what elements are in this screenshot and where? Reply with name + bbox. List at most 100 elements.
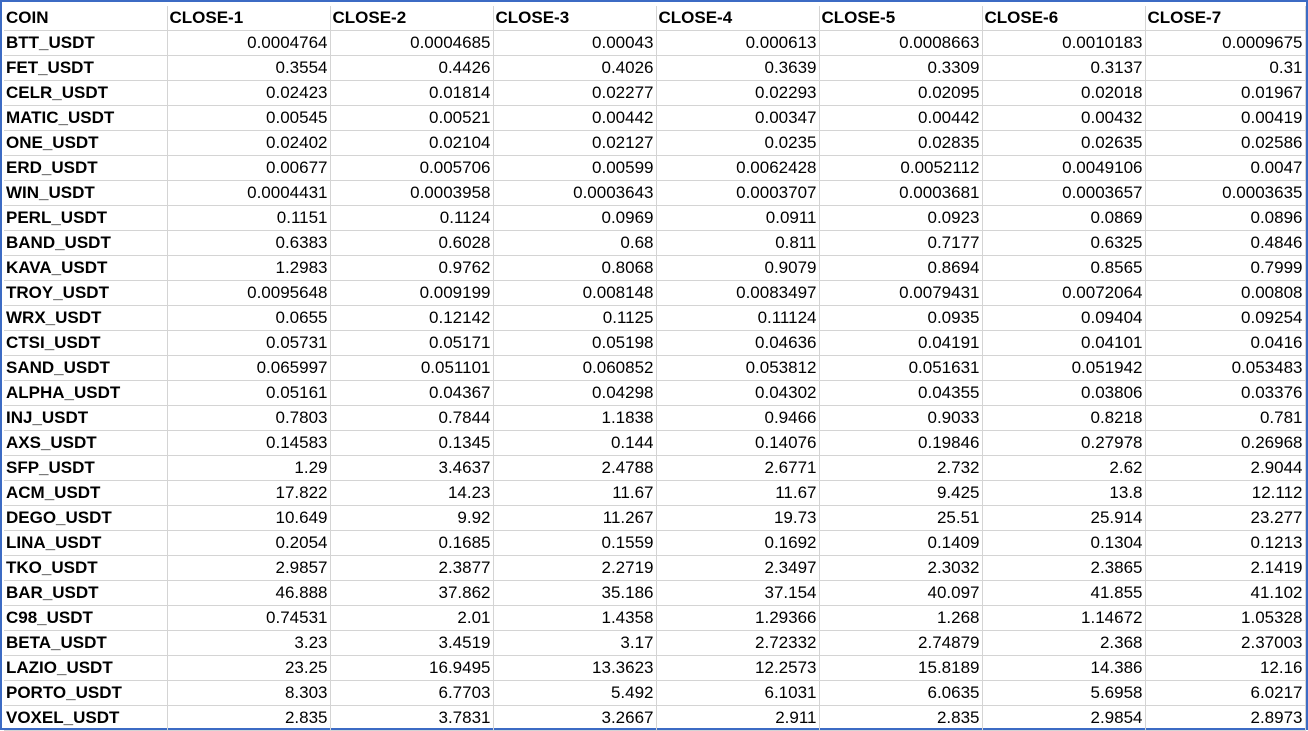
close-value-cell[interactable]: 0.05171 (330, 330, 494, 356)
close-value-cell[interactable]: 40.097 (819, 580, 983, 606)
coin-cell[interactable]: DEGO_USDT (4, 505, 168, 531)
close-value-cell[interactable]: 0.19846 (819, 430, 983, 456)
close-value-cell[interactable]: 2.01 (330, 605, 494, 631)
close-value-cell[interactable]: 0.0072064 (982, 280, 1146, 306)
close-value-cell[interactable]: 2.835 (167, 705, 331, 731)
close-value-cell[interactable]: 0.1125 (493, 305, 657, 331)
close-value-cell[interactable]: 0.0047 (1145, 155, 1306, 181)
close-value-cell[interactable]: 0.0235 (656, 130, 820, 156)
close-value-cell[interactable]: 11.267 (493, 505, 657, 531)
close-value-cell[interactable]: 0.1124 (330, 205, 494, 231)
close-value-cell[interactable]: 0.0003657 (982, 180, 1146, 206)
close-value-cell[interactable]: 0.051101 (330, 355, 494, 381)
close-value-cell[interactable]: 9.425 (819, 480, 983, 506)
close-value-cell[interactable]: 0.1559 (493, 530, 657, 556)
close-value-cell[interactable]: 0.7803 (167, 405, 331, 431)
close-value-cell[interactable]: 1.05328 (1145, 605, 1306, 631)
close-value-cell[interactable]: 2.3497 (656, 555, 820, 581)
column-header-close-2[interactable]: CLOSE-2 (330, 6, 494, 31)
close-value-cell[interactable]: 0.0003681 (819, 180, 983, 206)
close-value-cell[interactable]: 0.00043 (493, 30, 657, 56)
close-value-cell[interactable]: 0.0062428 (656, 155, 820, 181)
close-value-cell[interactable]: 2.911 (656, 705, 820, 731)
close-value-cell[interactable]: 3.2667 (493, 705, 657, 731)
close-value-cell[interactable]: 0.1409 (819, 530, 983, 556)
close-value-cell[interactable]: 3.17 (493, 630, 657, 656)
close-value-cell[interactable]: 0.00442 (819, 105, 983, 131)
close-value-cell[interactable]: 23.25 (167, 655, 331, 681)
close-value-cell[interactable]: 0.00419 (1145, 105, 1306, 131)
close-value-cell[interactable]: 3.7831 (330, 705, 494, 731)
close-value-cell[interactable]: 0.14076 (656, 430, 820, 456)
close-value-cell[interactable]: 0.00442 (493, 105, 657, 131)
close-value-cell[interactable]: 2.9044 (1145, 455, 1306, 481)
close-value-cell[interactable]: 0.7844 (330, 405, 494, 431)
close-value-cell[interactable]: 19.73 (656, 505, 820, 531)
coin-cell[interactable]: PORTO_USDT (4, 680, 168, 706)
close-value-cell[interactable]: 2.368 (982, 630, 1146, 656)
close-value-cell[interactable]: 0.26968 (1145, 430, 1306, 456)
close-value-cell[interactable]: 46.888 (167, 580, 331, 606)
close-value-cell[interactable]: 0.1151 (167, 205, 331, 231)
close-value-cell[interactable]: 0.781 (1145, 405, 1306, 431)
close-value-cell[interactable]: 0.144 (493, 430, 657, 456)
close-value-cell[interactable]: 2.2719 (493, 555, 657, 581)
close-value-cell[interactable]: 6.1031 (656, 680, 820, 706)
coin-cell[interactable]: AXS_USDT (4, 430, 168, 456)
close-value-cell[interactable]: 0.6028 (330, 230, 494, 256)
close-value-cell[interactable]: 0.3554 (167, 55, 331, 81)
close-value-cell[interactable]: 2.8973 (1145, 705, 1306, 731)
close-value-cell[interactable]: 0.04355 (819, 380, 983, 406)
column-header-close-4[interactable]: CLOSE-4 (656, 6, 820, 31)
close-value-cell[interactable]: 0.051942 (982, 355, 1146, 381)
close-value-cell[interactable]: 0.0049106 (982, 155, 1146, 181)
close-value-cell[interactable]: 0.04302 (656, 380, 820, 406)
close-value-cell[interactable]: 0.02293 (656, 80, 820, 106)
close-value-cell[interactable]: 0.065997 (167, 355, 331, 381)
coin-cell[interactable]: TKO_USDT (4, 555, 168, 581)
close-value-cell[interactable]: 8.303 (167, 680, 331, 706)
coin-cell[interactable]: CELR_USDT (4, 80, 168, 106)
close-value-cell[interactable]: 0.02423 (167, 80, 331, 106)
close-value-cell[interactable]: 0.00677 (167, 155, 331, 181)
close-value-cell[interactable]: 1.29366 (656, 605, 820, 631)
column-header-close-5[interactable]: CLOSE-5 (819, 6, 983, 31)
close-value-cell[interactable]: 11.67 (493, 480, 657, 506)
close-value-cell[interactable]: 12.112 (1145, 480, 1306, 506)
close-value-cell[interactable]: 0.00808 (1145, 280, 1306, 306)
close-value-cell[interactable]: 0.04367 (330, 380, 494, 406)
coin-cell[interactable]: BETA_USDT (4, 630, 168, 656)
close-value-cell[interactable]: 0.02095 (819, 80, 983, 106)
close-value-cell[interactable]: 0.8218 (982, 405, 1146, 431)
close-value-cell[interactable]: 2.9854 (982, 705, 1146, 731)
close-value-cell[interactable]: 0.04636 (656, 330, 820, 356)
close-value-cell[interactable]: 0.0010183 (982, 30, 1146, 56)
close-value-cell[interactable]: 0.4426 (330, 55, 494, 81)
close-value-cell[interactable]: 0.053483 (1145, 355, 1306, 381)
close-value-cell[interactable]: 0.0416 (1145, 330, 1306, 356)
coin-cell[interactable]: TROY_USDT (4, 280, 168, 306)
close-value-cell[interactable]: 37.862 (330, 580, 494, 606)
close-value-cell[interactable]: 0.811 (656, 230, 820, 256)
close-value-cell[interactable]: 0.00521 (330, 105, 494, 131)
close-value-cell[interactable]: 0.009199 (330, 280, 494, 306)
close-value-cell[interactable]: 14.23 (330, 480, 494, 506)
close-value-cell[interactable]: 0.03806 (982, 380, 1146, 406)
close-value-cell[interactable]: 3.4519 (330, 630, 494, 656)
coin-cell[interactable]: SFP_USDT (4, 455, 168, 481)
close-value-cell[interactable]: 41.855 (982, 580, 1146, 606)
coin-cell[interactable]: CTSI_USDT (4, 330, 168, 356)
close-value-cell[interactable]: 0.1685 (330, 530, 494, 556)
close-value-cell[interactable]: 12.2573 (656, 655, 820, 681)
close-value-cell[interactable]: 13.3623 (493, 655, 657, 681)
coin-cell[interactable]: INJ_USDT (4, 405, 168, 431)
close-value-cell[interactable]: 1.268 (819, 605, 983, 631)
close-value-cell[interactable]: 0.0003643 (493, 180, 657, 206)
close-value-cell[interactable]: 0.9079 (656, 255, 820, 281)
close-value-cell[interactable]: 3.23 (167, 630, 331, 656)
close-value-cell[interactable]: 0.4846 (1145, 230, 1306, 256)
close-value-cell[interactable]: 1.14672 (982, 605, 1146, 631)
close-value-cell[interactable]: 6.0635 (819, 680, 983, 706)
close-value-cell[interactable]: 6.7703 (330, 680, 494, 706)
close-value-cell[interactable]: 0.05731 (167, 330, 331, 356)
